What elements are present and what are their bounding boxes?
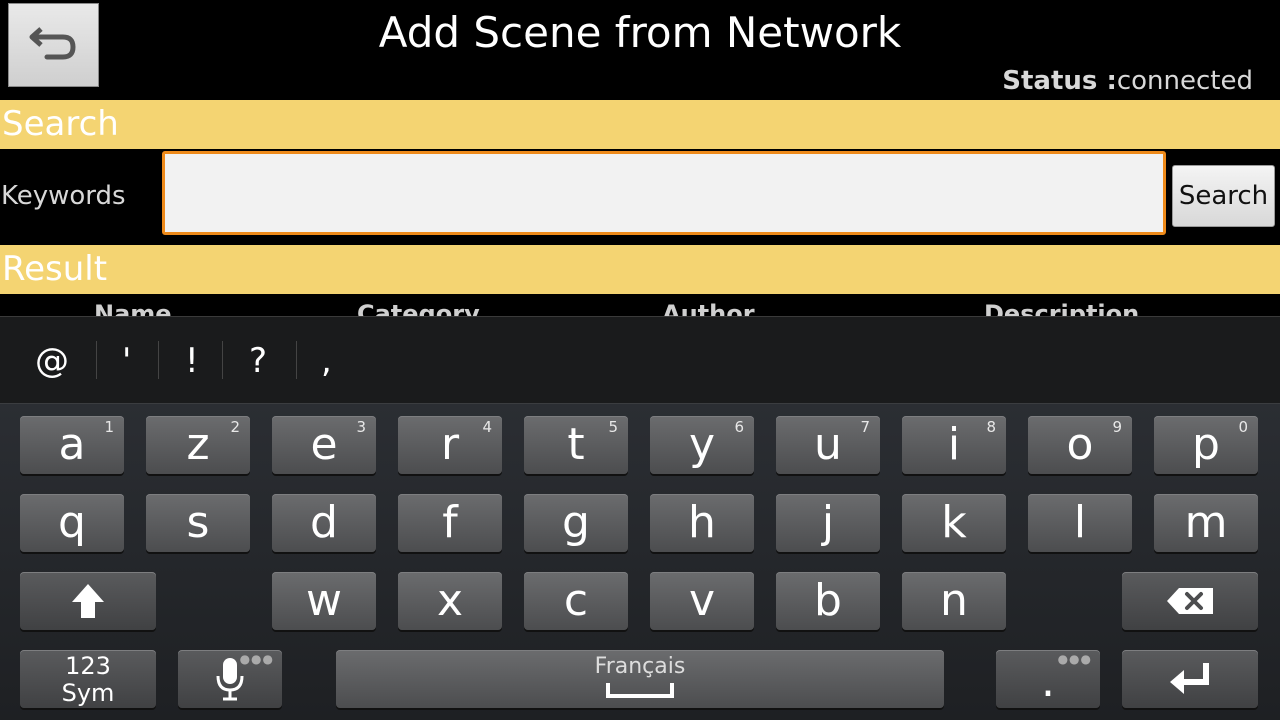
key-j[interactable]: j (776, 494, 880, 552)
microphone-key[interactable]: ●●● (178, 650, 282, 708)
key-u[interactable]: u7 (776, 416, 880, 474)
soft-keyboard: a1 z2 e3 r4 t5 y6 u7 i8 o9 p0 q s d f g … (0, 404, 1280, 720)
status-text: Status :connected (1002, 66, 1253, 96)
key-label: b (814, 575, 842, 626)
key-k[interactable]: k (902, 494, 1006, 552)
result-section-heading: Result (0, 245, 1280, 294)
enter-return-icon (1122, 660, 1258, 702)
key-label: s (186, 497, 210, 548)
key-s[interactable]: s (146, 494, 250, 552)
suggestion-apostrophe[interactable]: ' (122, 341, 131, 381)
key-z[interactable]: z2 (146, 416, 250, 474)
key-r[interactable]: r4 (398, 416, 502, 474)
key-secondary: 4 (482, 418, 492, 436)
key-secondary: 2 (230, 418, 240, 436)
key-label: j (821, 497, 835, 548)
key-v[interactable]: v (650, 572, 754, 630)
key-secondary: 5 (608, 418, 618, 436)
key-w[interactable]: w (272, 572, 376, 630)
key-label: v (688, 575, 716, 626)
keywords-label: Keywords (1, 181, 126, 211)
key-l[interactable]: l (1028, 494, 1132, 552)
key-secondary: 0 (1238, 418, 1248, 436)
key-label: c (563, 575, 589, 626)
keyboard-suggestion-bar: @ ' ! ? , (0, 316, 1280, 405)
key-label: m (1184, 497, 1228, 548)
symbols-key[interactable]: 123 Sym (20, 650, 156, 708)
keywords-input[interactable] (162, 151, 1166, 235)
key-secondary: 3 (356, 418, 366, 436)
key-label: g (562, 497, 590, 548)
key-label: q (58, 497, 86, 548)
key-x[interactable]: x (398, 572, 502, 630)
key-q[interactable]: q (20, 494, 124, 552)
shift-key[interactable] (20, 572, 156, 630)
key-f[interactable]: f (398, 494, 502, 552)
key-c[interactable]: c (524, 572, 628, 630)
key-o[interactable]: o9 (1028, 416, 1132, 474)
period-key-label: . (1041, 656, 1055, 707)
period-key[interactable]: ●●● . (996, 650, 1100, 708)
shift-arrow-icon (20, 582, 156, 624)
key-label: h (688, 497, 716, 548)
key-m[interactable]: m (1154, 494, 1258, 552)
key-e[interactable]: e3 (272, 416, 376, 474)
key-p[interactable]: p0 (1154, 416, 1258, 474)
key-label: x (436, 575, 464, 626)
suggestion-divider (96, 341, 97, 379)
suggestion-question[interactable]: ? (249, 341, 267, 381)
suggestion-comma[interactable]: , (321, 341, 332, 381)
suggestion-divider (222, 341, 223, 379)
key-y[interactable]: y6 (650, 416, 754, 474)
key-label: d (310, 497, 338, 548)
microphone-icon (178, 656, 282, 706)
search-button[interactable]: Search (1172, 165, 1275, 227)
suggestion-divider (158, 341, 159, 379)
status-value: connected (1116, 66, 1253, 96)
key-secondary: 1 (104, 418, 114, 436)
key-h[interactable]: h (650, 494, 754, 552)
symbols-key-line2: Sym (61, 679, 115, 707)
key-b[interactable]: b (776, 572, 880, 630)
key-d[interactable]: d (272, 494, 376, 552)
key-secondary: 9 (1112, 418, 1122, 436)
page-title: Add Scene from Network (378, 8, 902, 57)
key-secondary: 8 (986, 418, 996, 436)
backspace-key[interactable] (1122, 572, 1258, 630)
key-a[interactable]: a1 (20, 416, 124, 474)
key-label: w (306, 575, 342, 626)
enter-key[interactable] (1122, 650, 1258, 708)
key-secondary: 7 (860, 418, 870, 436)
space-key-label: Français (594, 654, 686, 679)
status-label: Status : (1002, 66, 1117, 96)
spacebar-icon (336, 680, 944, 704)
key-label: l (1073, 497, 1087, 548)
backspace-icon (1122, 586, 1258, 620)
key-secondary: 6 (734, 418, 744, 436)
space-key[interactable]: Français (336, 650, 944, 708)
key-t[interactable]: t5 (524, 416, 628, 474)
key-label: n (940, 575, 968, 626)
key-i[interactable]: i8 (902, 416, 1006, 474)
suggestion-divider (296, 341, 297, 379)
search-section-heading: Search (0, 100, 1280, 149)
result-table-header: Name Category Author Description (0, 296, 1280, 318)
symbols-key-line1: 123 (65, 652, 111, 680)
suggestion-at[interactable]: @ (35, 341, 69, 381)
key-g[interactable]: g (524, 494, 628, 552)
key-label: k (941, 497, 967, 548)
key-label: f (442, 497, 458, 548)
key-n[interactable]: n (902, 572, 1006, 630)
suggestion-exclamation[interactable]: ! (185, 341, 199, 381)
